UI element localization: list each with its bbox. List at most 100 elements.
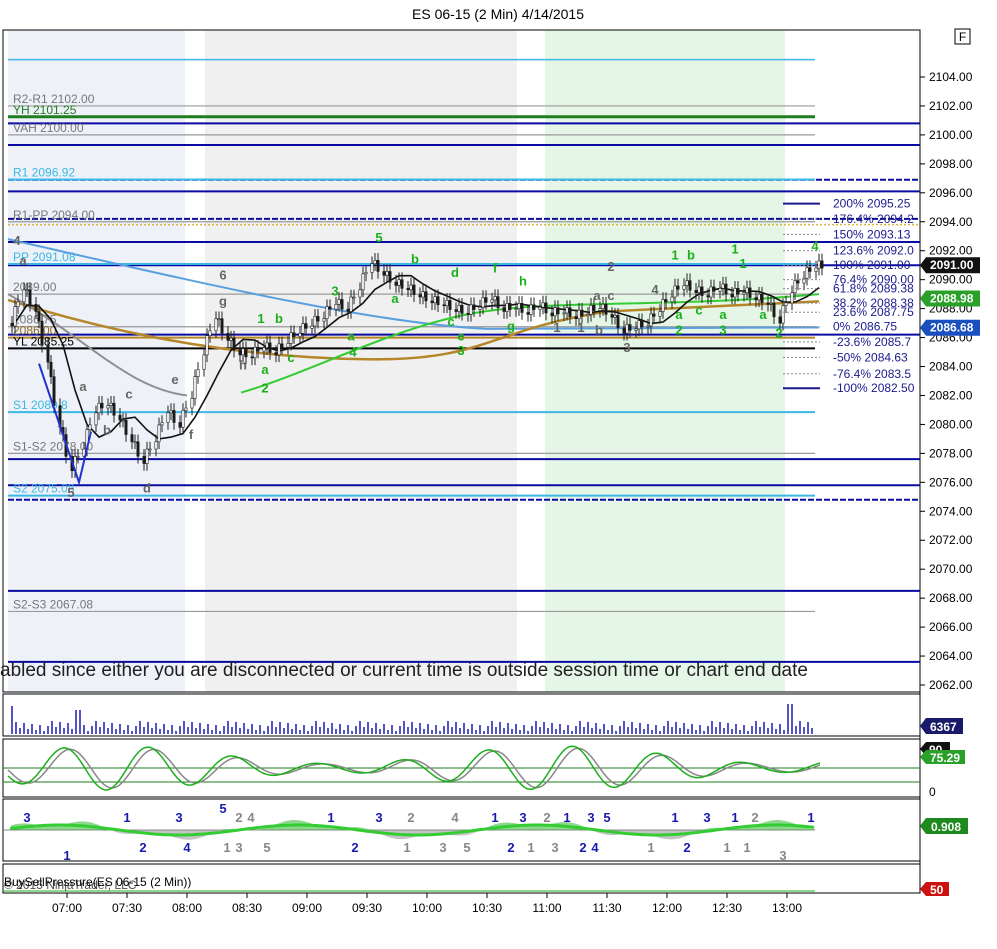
macd-wave-label: 5	[219, 801, 226, 816]
y-tick-label: 2100.00	[929, 128, 973, 142]
price-tag-label: 2091.00	[930, 258, 974, 272]
copyright-text: © 2015 NinjaTrader, LLC	[4, 878, 137, 892]
candle-body	[709, 286, 713, 298]
candle-body	[421, 291, 425, 298]
candle-body	[781, 305, 785, 324]
candle-body	[112, 402, 116, 416]
macd-wave-label: 1	[63, 848, 70, 863]
x-tick-label: 11:30	[592, 901, 621, 915]
candle-body	[208, 330, 212, 336]
candle-body	[388, 271, 392, 283]
candle-body	[250, 356, 254, 359]
candle-body	[712, 286, 716, 292]
candle-body	[109, 402, 113, 406]
price-tag-label: 2088.98	[930, 291, 974, 305]
candle-body	[124, 419, 128, 435]
wave-label: c	[695, 302, 702, 317]
fib-label: 61.8% 2089.38	[833, 282, 914, 296]
candle-body	[520, 303, 524, 313]
candle-body	[757, 293, 761, 301]
candle-body	[532, 304, 536, 310]
y-tick-label: 2098.00	[929, 157, 973, 171]
candle-body	[517, 303, 521, 309]
wave-label: a	[19, 253, 27, 268]
macd-wave-label: 1	[807, 810, 814, 825]
candle-body	[793, 280, 797, 293]
wave-label: h	[239, 357, 247, 372]
candle-body	[106, 405, 110, 409]
x-tick-label: 10:30	[472, 901, 502, 915]
candle-body	[778, 316, 782, 324]
candle-body	[361, 273, 365, 291]
y-tick-label: 2104.00	[929, 70, 973, 84]
chart-canvas[interactable]: ES 06-15 (2 Min) 4/14/2015 F 2104.00 2102.0…	[0, 0, 997, 949]
wave-label: 4	[811, 239, 819, 254]
wave-label: a	[261, 362, 269, 377]
candle-body	[700, 286, 704, 296]
candle-body	[430, 300, 434, 304]
candle-body	[376, 260, 380, 272]
candle-body	[760, 293, 764, 304]
candle-body	[529, 304, 533, 315]
candle-body	[748, 287, 752, 298]
candle-body	[46, 344, 50, 363]
wave-label: a	[675, 307, 683, 322]
level-label: R1-PP 2094.00	[13, 208, 95, 222]
candle-body	[316, 316, 320, 322]
candle-body	[577, 309, 581, 320]
candle-body	[364, 272, 368, 275]
candle-body	[196, 369, 200, 377]
candle-body	[286, 343, 290, 348]
candle-body	[460, 304, 464, 314]
candle-body	[232, 337, 236, 351]
candle-body	[400, 279, 404, 289]
candle-body	[394, 281, 398, 286]
candle-body	[634, 328, 638, 331]
macd-wave-label: 2	[407, 810, 414, 825]
wave-label: e	[457, 328, 464, 343]
wave-label: 2	[261, 381, 268, 396]
macd-wave-label: 4	[247, 810, 255, 825]
candle-body	[25, 289, 29, 292]
candle-body	[130, 434, 134, 443]
candle-body	[652, 313, 656, 317]
f-button-label: F	[959, 30, 966, 44]
y-tick-label: 2074.00	[929, 504, 973, 518]
status-message: abled since either you are disconnected …	[0, 660, 808, 681]
candle-body	[673, 285, 677, 298]
level-label: YH 2101.25	[13, 103, 77, 117]
candle-body	[13, 306, 17, 327]
wave-label: 3	[623, 340, 630, 355]
candle-body	[37, 311, 41, 322]
candle-body	[574, 316, 578, 320]
candle-body	[181, 410, 185, 428]
candle-body	[22, 289, 26, 303]
candle-body	[820, 260, 824, 269]
candle-body	[10, 322, 14, 327]
candle-body	[730, 293, 734, 298]
x-tick-label: 12:30	[712, 901, 742, 915]
candle-body	[241, 348, 245, 356]
wave-label: 6	[219, 268, 226, 283]
candle-body	[541, 302, 545, 308]
wave-label: g	[219, 294, 227, 309]
candle-body	[322, 318, 326, 322]
candle-body	[154, 441, 158, 450]
wave-label: 5	[375, 230, 382, 245]
wave-label: 4	[651, 282, 659, 297]
wave-label: c	[447, 314, 454, 329]
y-tick-label: 2062.00	[929, 678, 973, 692]
candle-body	[142, 455, 146, 464]
candle-body	[304, 323, 308, 329]
candle-body	[52, 376, 56, 406]
candle-body	[133, 441, 137, 444]
stoch-zero-label: 0	[929, 785, 936, 799]
candle-body	[220, 318, 224, 334]
candle-body	[328, 306, 332, 310]
macd-wave-label: 5	[463, 840, 470, 855]
level-label: VAH 2100.00	[13, 121, 84, 135]
candle-body	[601, 303, 605, 309]
candle-body	[805, 267, 809, 279]
wave-label: 1	[739, 256, 746, 271]
candle-body	[340, 299, 344, 310]
